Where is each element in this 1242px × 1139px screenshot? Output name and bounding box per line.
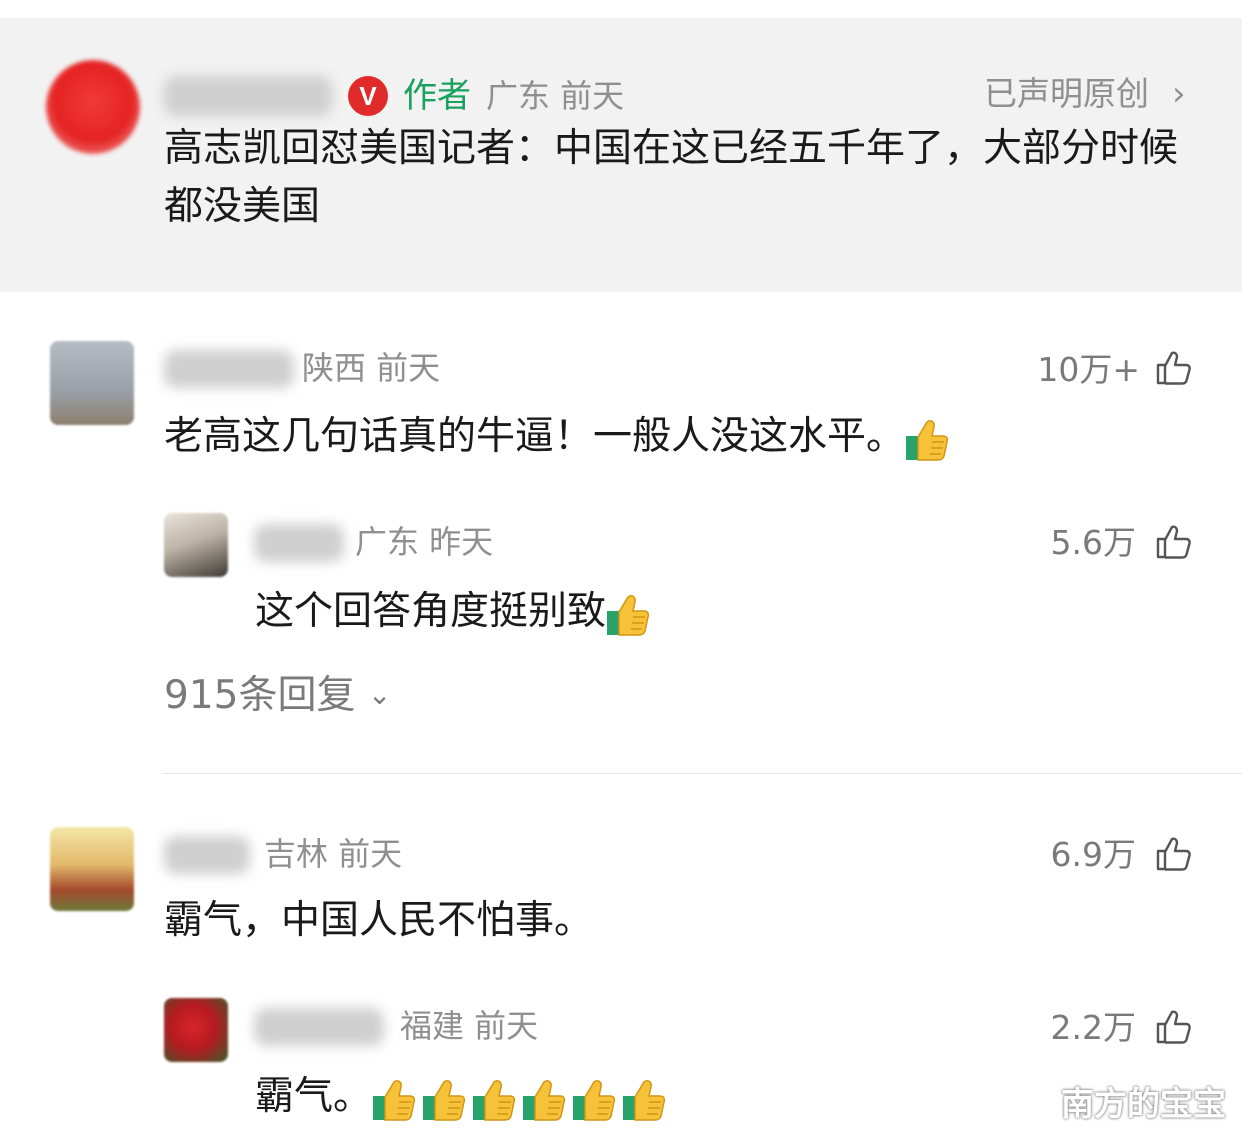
- thumbs-up-emoji-icon: [622, 1076, 666, 1122]
- reply-like-button-icon[interactable]: [1154, 521, 1194, 561]
- author-post: V 作者 广东 前天 已声明原创 › 高志凯回怼美国记者：中国在这已经五千年了，…: [0, 18, 1242, 292]
- like-button-icon[interactable]: [1154, 347, 1194, 387]
- more-replies-label: 915条回复: [164, 673, 356, 718]
- reply-meta: 广东 昨天: [355, 523, 494, 561]
- comment-avatar[interactable]: [50, 827, 134, 911]
- watermark: 南方的宝宝: [1061, 1084, 1226, 1123]
- reply-meta: 福建 前天: [400, 1007, 539, 1045]
- reply-text-content: 霸气。: [255, 1074, 373, 1119]
- author-post-text: 高志凯回怼美国记者：中国在这已经五千年了，大部分时候都没美国: [164, 126, 1179, 229]
- comment-text: 霸气，中国人民不怕事。: [164, 898, 594, 943]
- reply-avatar[interactable]: [164, 998, 228, 1062]
- top-divider: [0, 0, 1242, 19]
- verified-badge-icon: V: [348, 76, 388, 116]
- comment-divider: [162, 773, 1242, 774]
- original-claim-link[interactable]: 已声明原创: [984, 74, 1149, 114]
- reply-like-count: 5.6万: [1050, 523, 1136, 562]
- author-name-blurred[interactable]: [164, 76, 332, 116]
- reply-avatar[interactable]: [164, 513, 228, 577]
- author-tag: 作者: [403, 76, 471, 116]
- comment-avatar[interactable]: [50, 341, 134, 425]
- author-avatar[interactable]: [46, 60, 140, 154]
- reply-like-button-icon[interactable]: [1154, 1006, 1194, 1046]
- reply-username-blurred[interactable]: [254, 524, 344, 562]
- thumbs-up-emoji-icon: [606, 591, 650, 637]
- comment-username-blurred[interactable]: [164, 836, 250, 874]
- reply-username-blurred[interactable]: [254, 1008, 384, 1046]
- thumbs-up-emoji-icon: [905, 416, 949, 462]
- author-meta: 广东 前天: [486, 77, 625, 115]
- chevron-right-icon[interactable]: ›: [1172, 74, 1186, 114]
- comment-text-content: 老高这几句话真的牛逼！一般人没这水平。: [164, 414, 906, 459]
- comment-meta: 陕西 前天: [302, 349, 441, 387]
- comment-username-blurred[interactable]: [164, 350, 294, 388]
- reply-text-content: 这个回答角度挺别致: [255, 589, 607, 634]
- thumbs-up-emoji-icon: [422, 1076, 466, 1122]
- thumbs-up-emoji-icon: [522, 1076, 566, 1122]
- thumbs-up-emoji-icon: [372, 1076, 416, 1122]
- like-count: 6.9万: [1050, 835, 1136, 874]
- thumbs-up-emoji-icon: [572, 1076, 616, 1122]
- like-count: 10万+: [1037, 350, 1140, 389]
- reply-like-count: 2.2万: [1050, 1008, 1136, 1047]
- more-replies-link[interactable]: 915条回复 ⌄: [164, 668, 391, 727]
- reply-text: 这个回答角度挺别致: [255, 583, 656, 641]
- like-button-icon[interactable]: [1154, 833, 1194, 873]
- comment-text: 老高这几句话真的牛逼！一般人没这水平。: [164, 408, 955, 466]
- comment-meta: 吉林 前天: [264, 835, 403, 873]
- reply-text: 霸气。: [255, 1068, 672, 1126]
- thumbs-up-emoji-icon: [472, 1076, 516, 1122]
- chevron-down-icon: ⌄: [367, 678, 392, 711]
